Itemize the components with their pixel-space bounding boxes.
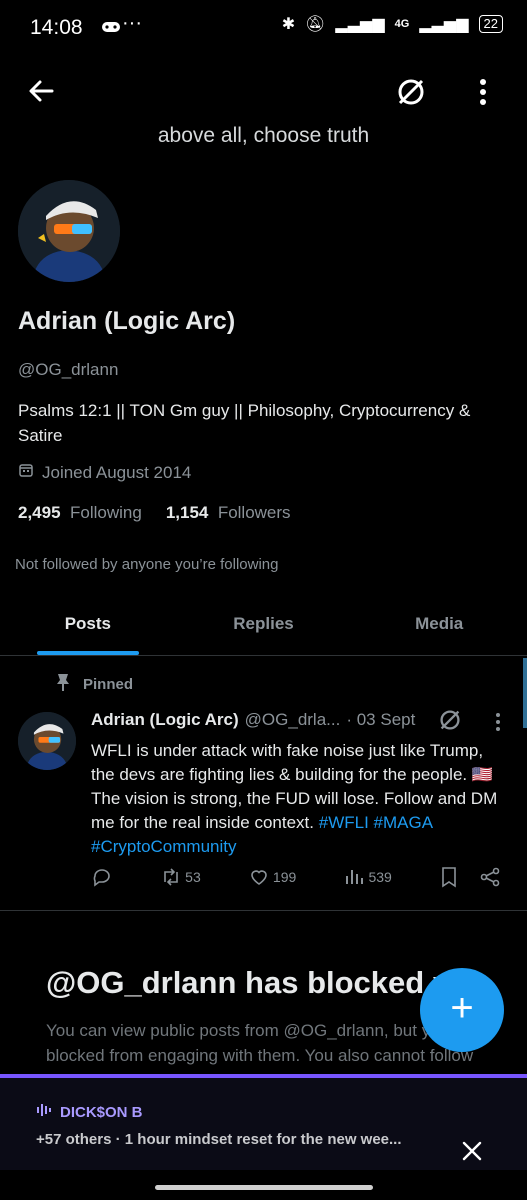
- like-button[interactable]: 199: [248, 866, 296, 888]
- grok-icon[interactable]: [394, 75, 428, 114]
- repost-count: 53: [185, 869, 201, 885]
- bookmark-share-group: [439, 866, 501, 888]
- post-divider: [0, 910, 527, 911]
- post-actions: 53 199 539: [91, 866, 501, 888]
- space-host-name: DICK$ON B: [60, 1103, 143, 1121]
- views-button[interactable]: 539: [343, 866, 392, 888]
- followers-link[interactable]: 1,154 Followers: [166, 503, 291, 523]
- views-icon: [346, 870, 364, 884]
- post-date[interactable]: · 03 Sept: [346, 710, 415, 730]
- post-more-icon[interactable]: [492, 711, 504, 738]
- heart-icon: [251, 870, 267, 885]
- repost-button[interactable]: 53: [160, 866, 201, 888]
- profile-bio: Psalms 12:1 || TON Gm guy || Philosophy,…: [18, 401, 471, 445]
- hashtag-maga[interactable]: #MAGA: [374, 813, 433, 832]
- following-count: 2,495: [18, 503, 61, 522]
- post-text: WFLI is under attack with fake noise jus…: [91, 739, 511, 859]
- audio-wave-icon: [36, 1102, 52, 1122]
- close-icon[interactable]: [460, 1139, 484, 1168]
- scrollbar[interactable]: [523, 658, 527, 728]
- status-bar: 14:08 ··· ✱ 🔕︎ ▂▃▅▆ 4G ▂▃▅▆ 22: [0, 0, 527, 56]
- post-header: Adrian (Logic Arc) @OG_drla... · 03 Sept: [91, 710, 415, 730]
- more-notifications-icon: ···: [122, 12, 142, 34]
- tab-media-label: Media: [415, 614, 464, 633]
- status-icons: ✱ 🔕︎ ▂▃▅▆ 4G ▂▃▅▆ 22: [282, 14, 503, 34]
- pin-icon: [55, 672, 71, 696]
- tab-replies-label: Replies: [233, 614, 294, 633]
- signal-icon-2: ▂▃▅▆: [419, 16, 469, 33]
- like-count: 199: [272, 869, 297, 885]
- profile-joined: Joined August 2014: [18, 462, 191, 483]
- calendar-icon: [18, 462, 34, 483]
- share-icon[interactable]: [479, 866, 501, 888]
- header-banner-text: above all, choose truth: [157, 124, 370, 147]
- network-icon: 4G: [394, 18, 410, 30]
- followers-count: 1,154: [165, 503, 209, 522]
- tab-posts-label: Posts: [64, 614, 111, 633]
- bookmark-icon[interactable]: [439, 866, 459, 888]
- spaces-bar[interactable]: [0, 1074, 527, 1170]
- post-text-main: WFLI is under attack with fake noise jus…: [91, 741, 498, 832]
- pinned-label: Pinned: [83, 675, 134, 693]
- profile-name: Adrian (Logic Arc): [18, 307, 236, 335]
- battery-icon: 22: [478, 15, 503, 33]
- profile-avatar[interactable]: [18, 180, 120, 282]
- reply-icon: [93, 869, 110, 887]
- hashtag-cryptocommunity[interactable]: #CryptoCommunity: [91, 837, 237, 856]
- post-handle[interactable]: @OG_drla...: [245, 710, 341, 730]
- views-count: 539: [368, 869, 392, 885]
- active-tab-indicator: [37, 651, 139, 655]
- status-time: 14:08: [30, 16, 83, 39]
- tab-replies[interactable]: Replies: [176, 595, 352, 655]
- compose-post-button[interactable]: +: [420, 968, 504, 1052]
- tab-posts[interactable]: Posts: [0, 595, 176, 655]
- hashtag-wfli[interactable]: #WFLI: [319, 813, 369, 832]
- repost-icon: [164, 868, 178, 886]
- post-author[interactable]: Adrian (Logic Arc): [91, 710, 239, 730]
- following-link[interactable]: 2,495 Following: [18, 503, 142, 523]
- signal-icon: ▂▃▅▆: [335, 16, 385, 33]
- bluetooth-icon: ✱: [281, 16, 296, 33]
- space-title: +57 others · 1 hour mindset reset for th…: [36, 1131, 402, 1148]
- home-indicator[interactable]: [155, 1185, 373, 1190]
- profile-tabs: Posts Replies Media: [0, 595, 527, 656]
- profile-handle: @OG_drlann: [18, 360, 119, 379]
- follow-stats: 2,495 Following 1,154 Followers: [18, 503, 291, 523]
- pinned-indicator: Pinned: [55, 672, 133, 696]
- joined-date: Joined August 2014: [42, 462, 192, 482]
- game-controller-icon: [100, 18, 122, 41]
- back-arrow-icon[interactable]: [26, 76, 56, 111]
- mute-icon: 🔕︎: [305, 16, 326, 33]
- following-label: Following: [70, 503, 142, 522]
- reply-button[interactable]: [91, 866, 113, 888]
- not-followed-text: Not followed by anyone you’re following: [15, 556, 279, 573]
- blocked-title: @OG_drlann has blocked y: [46, 965, 451, 1000]
- post-grok-icon[interactable]: [437, 707, 463, 738]
- space-host: DICK$ON B: [36, 1102, 143, 1122]
- followers-label: Followers: [217, 503, 291, 522]
- tab-media[interactable]: Media: [351, 595, 527, 655]
- more-vertical-icon[interactable]: [474, 76, 492, 113]
- post-avatar[interactable]: [18, 712, 76, 770]
